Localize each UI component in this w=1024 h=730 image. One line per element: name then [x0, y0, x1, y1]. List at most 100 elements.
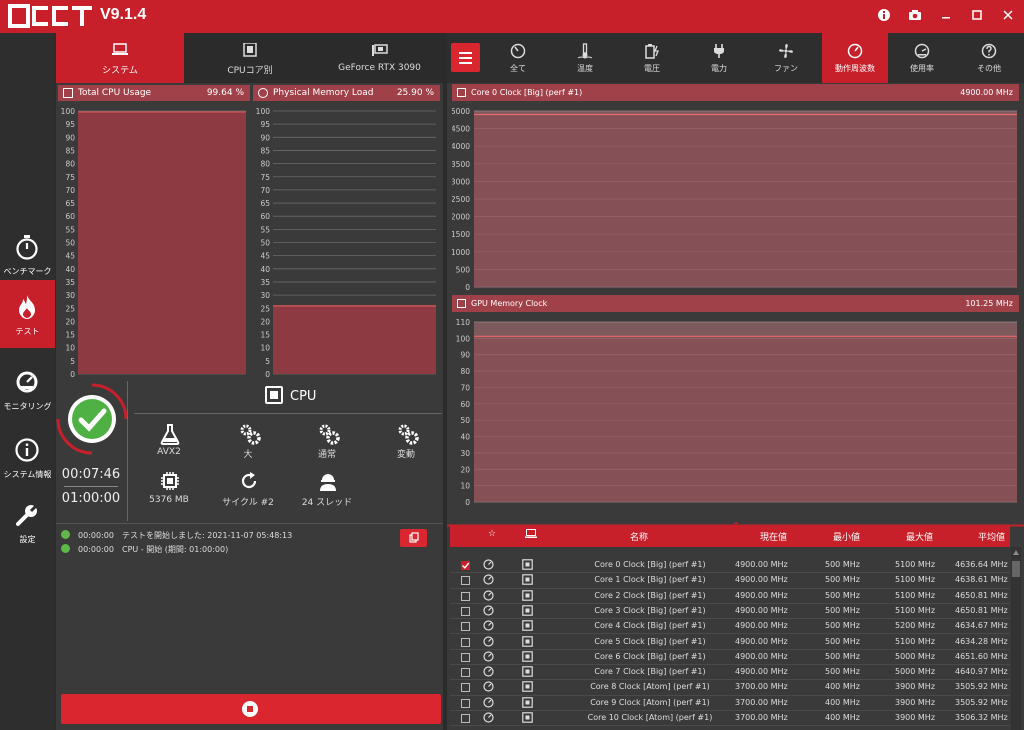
minimize-icon[interactable]	[938, 8, 954, 24]
row-checkbox[interactable]	[461, 652, 470, 662]
sidebar-item-sysinfo[interactable]: システム情報	[0, 423, 55, 491]
table-row[interactable]: Core 6 Clock [Big] (perf #1) 4900.00 MHz 5…	[450, 650, 1010, 666]
maximize-icon[interactable]	[969, 8, 985, 24]
y-tick-label: 10	[460, 482, 470, 491]
tab-usage[interactable]: 使用率	[889, 33, 955, 83]
sidebar-item-benchmark[interactable]: ベンチマーク	[0, 220, 55, 288]
row-checkbox[interactable]	[461, 622, 470, 632]
sidebar-item-settings[interactable]: 設定	[0, 488, 55, 556]
copy-log-button[interactable]	[400, 529, 427, 547]
speedometer-icon	[483, 574, 494, 587]
panel-splitter[interactable]	[447, 514, 1024, 529]
tab-frequency[interactable]: 動作周波数	[822, 33, 888, 83]
y-tick-label: 60	[260, 212, 270, 221]
info-icon[interactable]	[876, 8, 892, 24]
row-checkbox[interactable]	[461, 714, 470, 723]
speedometer-icon	[483, 681, 494, 694]
tab-voltage[interactable]: 電圧	[619, 33, 685, 83]
app-version: V9.1.4	[100, 6, 147, 23]
sensor-name: Core 0 Clock [Big] (perf #1)	[594, 560, 706, 569]
table-row[interactable]: Core 7 Clock [Big] (perf #1) 4900.00 MHz 5…	[450, 665, 1010, 681]
tab-temperature[interactable]: 温度	[552, 33, 618, 83]
tab-label: その他	[977, 64, 1001, 73]
close-icon[interactable]	[1000, 8, 1016, 24]
divider	[134, 413, 442, 414]
row-checkbox[interactable]	[461, 576, 470, 586]
tab-fan[interactable]: ファン	[753, 33, 819, 83]
table-scrollbar[interactable]	[1011, 547, 1021, 730]
core-clock-header: Core 0 Clock [Big] (perf #1) 4900.00 MHz	[452, 84, 1019, 101]
hamburger-icon	[459, 57, 472, 59]
copy-icon	[409, 532, 419, 543]
speedometer-icon	[483, 666, 494, 679]
tab-all[interactable]: 全て	[485, 33, 551, 83]
gauge-icon	[914, 43, 930, 59]
column-name[interactable]: 名称	[630, 530, 648, 543]
cpu-icon	[522, 696, 533, 710]
row-checkbox[interactable]	[461, 683, 470, 693]
table-row[interactable]: Core 2 Clock [Big] (perf #1) 4900.00 MHz 5…	[450, 589, 1010, 604]
sidebar-item-test[interactable]: テスト	[0, 280, 55, 348]
table-row[interactable]: Core 10 Clock [Atom] (perf #1) 3700.00 MH…	[450, 711, 1010, 727]
row-checkbox[interactable]	[461, 637, 470, 647]
core-clock-fill	[474, 114, 1017, 287]
table-row[interactable]: Core 0 Clock [Big] (perf #1) 4900.00 MHz 5…	[450, 558, 1010, 574]
sidebar-item-label: 設定	[19, 535, 36, 544]
tab-other[interactable]: その他	[956, 33, 1022, 83]
max-value: 5100 MHz	[895, 636, 936, 646]
column-current[interactable]: 現在値	[760, 530, 787, 543]
left-tab-bar: システム CPUコア別 GeForce RTX 3090	[56, 33, 443, 83]
y-tick-label: 15	[65, 331, 75, 340]
camera-icon[interactable]	[907, 8, 923, 24]
config-label: サイクル #2	[222, 498, 274, 508]
tab-gpu[interactable]: GeForce RTX 3090	[316, 33, 443, 83]
row-checkbox[interactable]	[461, 698, 470, 708]
y-tick-label: 35	[65, 278, 75, 287]
scroll-up-icon[interactable]	[1013, 550, 1019, 555]
cpu-icon	[522, 574, 533, 587]
row-checkbox[interactable]	[461, 668, 470, 678]
config-label: 大	[243, 450, 253, 460]
max-value: 5100 MHz	[895, 605, 936, 615]
sidebar-item-label: テスト	[15, 327, 40, 336]
table-row[interactable]: Core 1 Clock [Big] (perf #1) 4900.00 MHz 5…	[450, 573, 1010, 589]
column-avg[interactable]: 平均値	[978, 530, 1005, 543]
tab-cpu-cores[interactable]: CPUコア別	[186, 33, 314, 83]
laptop-icon[interactable]	[525, 529, 537, 542]
table-row[interactable]: Core 3 Clock [Big] (perf #1) 4900.00 MHz 5…	[450, 604, 1010, 620]
table-row[interactable]: Core 5 Clock [Big] (perf #1) 4900.00 MHz 5…	[450, 635, 1010, 650]
y-tick-label: 4000	[452, 142, 470, 151]
min-value: 500 MHz	[825, 621, 860, 631]
max-value: 5100 MHz	[895, 560, 936, 569]
table-row[interactable]: Core 4 Clock [Big] (perf #1) 4900.00 MHz 5…	[450, 619, 1010, 635]
star-icon[interactable]: ☆	[488, 529, 496, 539]
row-checkbox[interactable]	[461, 606, 470, 616]
sidebar-item-monitoring[interactable]: モニタリング	[0, 355, 55, 423]
avg-value: 3506.32 MHz	[955, 713, 1008, 722]
menu-button[interactable]	[451, 43, 480, 72]
avg-value: 4638.61 MHz	[955, 575, 1008, 585]
table-row[interactable]: Core 8 Clock [Atom] (perf #1) 3700.00 MHz…	[450, 680, 1010, 696]
column-max[interactable]: 最大値	[906, 530, 933, 543]
row-checkbox[interactable]	[461, 591, 470, 601]
row-checkbox[interactable]	[461, 561, 470, 570]
y-tick-label: 40	[460, 433, 470, 442]
memory-load-fill	[273, 305, 436, 374]
avg-value: 4651.60 MHz	[955, 651, 1008, 661]
check-icon	[56, 383, 128, 455]
column-min[interactable]: 最小値	[833, 530, 860, 543]
occt-logo	[8, 4, 92, 28]
stop-test-button[interactable]	[61, 694, 441, 724]
y-tick-label: 0	[465, 498, 470, 507]
time-divider	[64, 486, 118, 487]
avg-value: 4634.28 MHz	[955, 636, 1008, 646]
table-row[interactable]: Core 9 Clock [Atom] (perf #1) 3700.00 MHz…	[450, 696, 1010, 711]
tab-system[interactable]: システム	[56, 33, 184, 83]
y-tick-label: 1500	[452, 230, 470, 239]
current-value: 3700.00 MHz	[735, 682, 788, 692]
tab-power[interactable]: 電力	[686, 33, 752, 83]
cpu-icon	[63, 88, 73, 98]
current-value: 4900.00 MHz	[735, 575, 788, 585]
chart-value: 25.90 %	[396, 88, 434, 98]
scroll-thumb[interactable]	[1012, 561, 1020, 577]
